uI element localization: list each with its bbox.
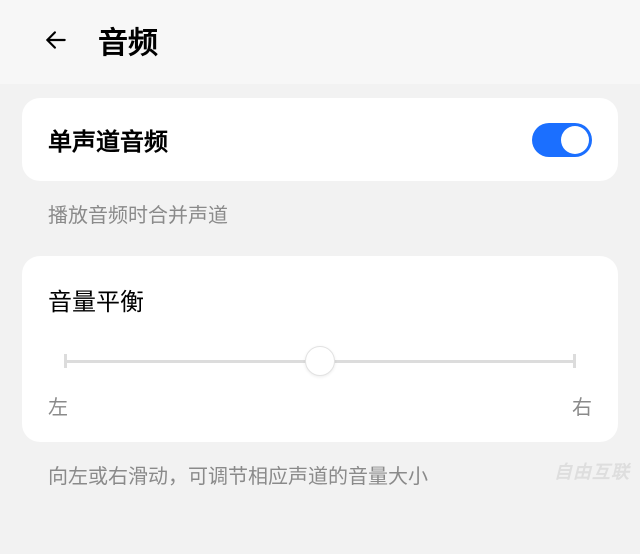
slider-tick-right [573,354,576,368]
balance-right-label: 右 [572,391,592,420]
balance-card: 音量平衡 左 右 [22,256,618,442]
balance-left-label: 左 [48,391,68,420]
balance-title: 音量平衡 [48,282,592,317]
back-icon[interactable] [42,26,70,54]
mono-audio-card: 单声道音频 [22,98,618,181]
mono-audio-description: 播放音频时合并声道 [0,181,640,232]
mono-audio-toggle[interactable] [532,123,592,157]
toggle-thumb [561,126,589,154]
header: 音频 [0,0,640,84]
balance-description: 向左或右滑动，可调节相应声道的音量大小 [0,442,640,493]
mono-audio-row: 单声道音频 [48,122,592,157]
page-title: 音频 [98,18,158,62]
slider-labels: 左 右 [48,391,592,420]
balance-slider[interactable] [64,343,576,379]
slider-thumb[interactable] [305,346,335,376]
mono-audio-title: 单声道音频 [48,122,168,157]
